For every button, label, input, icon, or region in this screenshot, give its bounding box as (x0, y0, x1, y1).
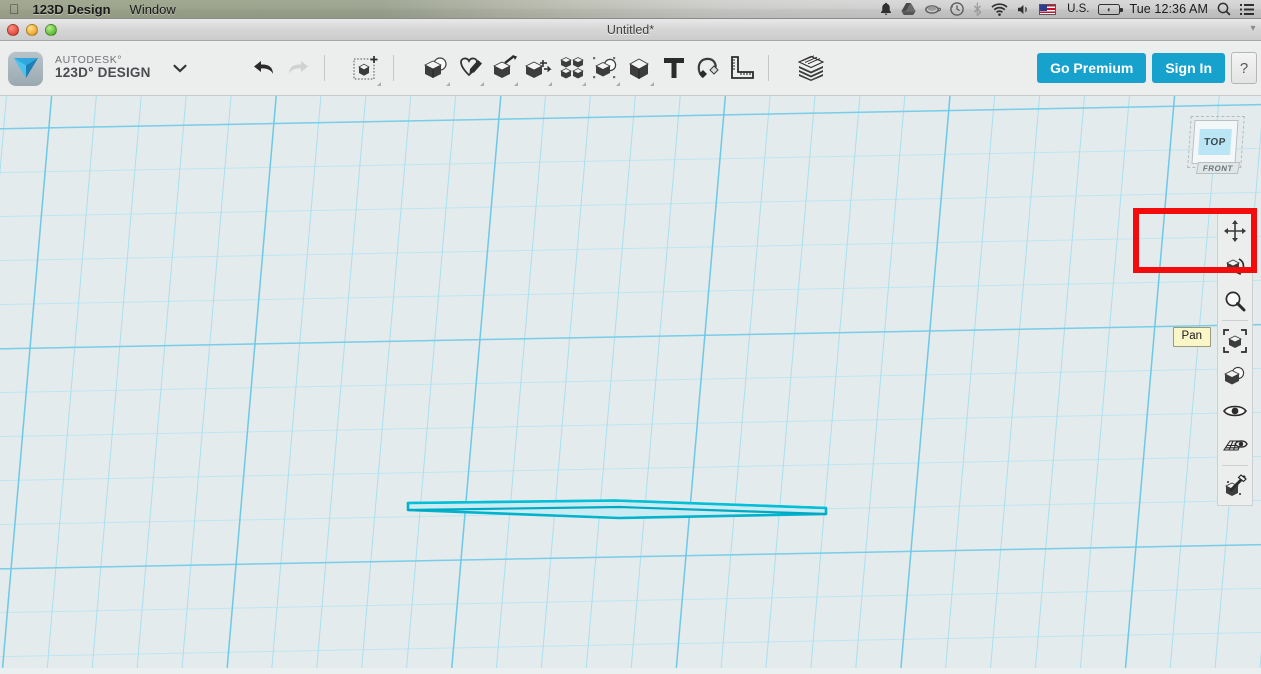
dropdown-caret-icon[interactable] (513, 82, 518, 86)
dropdown-caret-icon[interactable] (479, 82, 484, 86)
toolbar-group-modeling (419, 48, 759, 88)
toolbar-group-transform (350, 48, 384, 88)
viewport-bottom-edge (0, 668, 1261, 674)
navbar-separator (1222, 320, 1248, 321)
zoom-button[interactable] (45, 24, 57, 36)
ruler-button[interactable] (725, 48, 759, 88)
window-title-bar: Untitled* ▾ (0, 19, 1261, 41)
3d-viewport[interactable]: TOP FRONT Pan (0, 96, 1261, 674)
toolbar-group-history (247, 48, 315, 88)
dropdown-caret-icon[interactable] (615, 82, 620, 86)
brand-line-123d: 123D° DESIGN (55, 65, 151, 81)
pattern-button[interactable] (555, 48, 589, 88)
view-cube[interactable]: TOP FRONT (1187, 116, 1245, 180)
toolbar-separator (323, 55, 325, 81)
selected-object[interactable] (405, 496, 830, 522)
nav-fit-button[interactable] (1218, 323, 1252, 358)
wifi-icon[interactable] (991, 1, 1008, 18)
modify-button[interactable] (521, 48, 555, 88)
go-premium-button[interactable]: Go Premium (1037, 53, 1147, 83)
materials-button[interactable] (794, 48, 828, 88)
navigation-toolbar (1217, 210, 1253, 506)
bluetooth-icon[interactable] (973, 1, 982, 18)
volume-icon[interactable] (1017, 1, 1030, 18)
brand-area[interactable]: AUTODESK° 123D° DESIGN (0, 50, 187, 86)
app-window:  123D Design Window (0, 0, 1261, 674)
notification-center-icon[interactable] (1240, 1, 1254, 18)
view-cube-front-label[interactable]: FRONT (1202, 164, 1234, 173)
window-controls (7, 24, 57, 36)
sign-in-button[interactable]: Sign In (1152, 53, 1225, 83)
combine-button[interactable] (623, 48, 657, 88)
spotlight-search-icon[interactable] (1217, 1, 1231, 18)
nav-grid-button[interactable] (1218, 428, 1252, 463)
undo-button[interactable] (247, 48, 281, 88)
minimize-button[interactable] (26, 24, 38, 36)
sketch-button[interactable] (453, 48, 487, 88)
window-title: Untitled* (606, 22, 655, 37)
menu-status-area: U.S. ◐ Tue 12:36 AM (880, 1, 1261, 18)
primitives-button[interactable] (419, 48, 453, 88)
notification-bell-icon[interactable] (880, 1, 892, 18)
nav-zoom-button[interactable] (1218, 283, 1252, 318)
nav-pan-button[interactable] (1218, 213, 1252, 248)
nav-orbit-button[interactable] (1218, 248, 1252, 283)
brand-text: AUTODESK° 123D° DESIGN (55, 55, 151, 80)
nav-view-button[interactable] (1218, 358, 1252, 393)
transform-button[interactable] (350, 48, 384, 88)
dropdown-caret-icon[interactable] (445, 82, 450, 86)
toolbar-separator (767, 55, 769, 81)
text-button[interactable] (657, 48, 691, 88)
view-cube-top-label[interactable]: TOP (1198, 129, 1232, 155)
coffee-cup-icon[interactable] (925, 1, 942, 18)
input-language-label[interactable]: U.S. (1067, 3, 1089, 15)
google-drive-icon[interactable] (901, 1, 916, 18)
dropdown-caret-icon[interactable] (649, 82, 654, 86)
dropdown-caret-icon[interactable] (376, 82, 381, 86)
toolbar-separator (392, 55, 394, 81)
grouping-button[interactable] (589, 48, 623, 88)
measure-button[interactable] (691, 48, 725, 88)
battery-icon[interactable]: ◐ (1098, 3, 1123, 15)
menu-clock[interactable]: Tue 12:36 AM (1129, 2, 1208, 16)
help-button[interactable]: ? (1231, 52, 1257, 84)
grid-major-lines (0, 96, 1261, 674)
nav-snap-button[interactable] (1218, 468, 1252, 503)
time-machine-icon[interactable] (950, 1, 964, 18)
workplane-grid (0, 96, 1261, 674)
menu-item-window[interactable]: Window (130, 2, 176, 17)
nav-visibility-button[interactable] (1218, 393, 1252, 428)
chevron-down-icon[interactable]: ▾ (1247, 23, 1259, 35)
view-cube-front-face[interactable]: FRONT (1195, 162, 1241, 174)
redo-button[interactable] (281, 48, 315, 88)
pan-tooltip: Pan (1172, 327, 1211, 347)
toolbar-group-materials (794, 48, 828, 88)
view-cube-top-face[interactable]: TOP (1191, 120, 1239, 164)
navbar-separator (1222, 465, 1248, 466)
close-button[interactable] (7, 24, 19, 36)
app-toolbar: AUTODESK° 123D° DESIGN Go Premium Sign I… (0, 41, 1261, 96)
apple-logo-icon[interactable]:  (9, 2, 20, 16)
macos-menu-bar:  123D Design Window (0, 0, 1261, 19)
us-flag-icon (1039, 3, 1057, 15)
chevron-down-icon[interactable] (173, 64, 187, 73)
autodesk-123d-logo-icon (8, 50, 43, 86)
toolbar-right-actions: Go Premium Sign In ? (1037, 52, 1261, 84)
construct-button[interactable] (487, 48, 521, 88)
menu-app-name[interactable]: 123D Design (33, 2, 111, 17)
dropdown-caret-icon[interactable] (547, 82, 552, 86)
dropdown-caret-icon[interactable] (581, 82, 586, 86)
